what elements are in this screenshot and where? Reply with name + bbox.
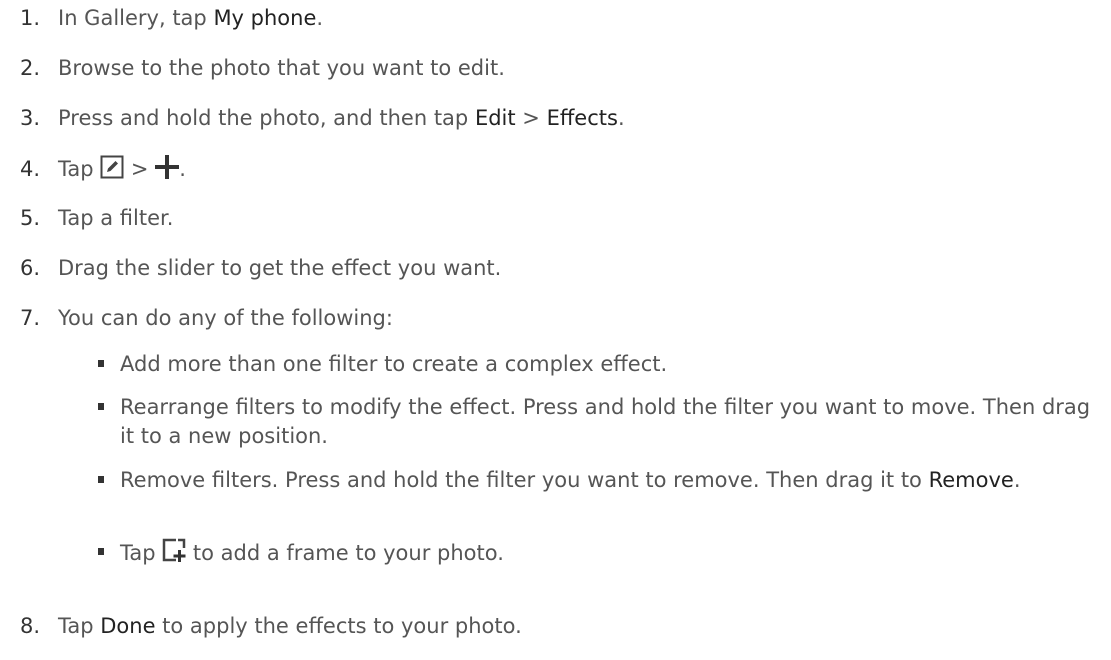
step-text: Tap [58,157,101,181]
step-text: Tap a filter. [58,206,174,230]
add-frame-icon [162,538,186,570]
step-3: 3. Press and hold the photo, and then tap… [20,106,625,130]
step-6: 6. Drag the slider to get the effect you … [20,255,501,281]
bullet-item: Remove filters. Press and hold the filte… [98,466,1098,495]
plus-icon [155,155,180,185]
step-5: 5. Tap a filter. [20,205,173,231]
step-number: 2. [20,56,41,80]
step-7: 7. You can do any of the following: [20,305,393,331]
step-number: 7. [20,306,41,330]
step-4: 4. Tap > . [20,155,186,185]
step-text: Tap [58,614,101,638]
bullet-mark [98,476,104,483]
ui-label-remove: Remove [928,468,1014,492]
bullet-item: Rearrange filters to modify the effect. … [98,393,1098,451]
step-text: Drag the slider to get the effect you wa… [58,256,502,280]
bullet-item: Add more than one filter to create a com… [98,350,1098,379]
step-number: 6. [20,256,41,280]
bullet-text: Remove filters. Press and hold the filte… [120,468,1021,492]
step-number: 5. [20,206,41,230]
step-text: You can do any of the following: [58,306,393,330]
step-number: 1. [20,6,41,30]
ui-label-edit: Edit [474,106,516,130]
step-1: 1. In Gallery, tap My phone. [20,6,324,30]
bullet-mark [98,548,104,555]
step-number: 3. [20,106,41,130]
instructions-page: 1. In Gallery, tap My phone. 2. Browse to … [0,0,1111,660]
ui-label-effects: Effects [546,106,618,130]
bullet-text: Rearrange filters to modify the effect. … [120,395,1091,448]
edit-pencil-icon [100,155,124,185]
step-text: In Gallery, tap [58,6,214,30]
step-number: 8. [20,614,41,638]
bullet-mark [98,360,104,367]
step-text: Browse to the photo that you want to edi… [58,56,505,80]
bullet-mark [98,403,104,410]
ui-label-done: Done [100,614,156,638]
step-text: Press and hold the photo, and then tap [58,106,475,130]
bullet-text: Add more than one filter to create a com… [120,352,668,376]
step-number: 4. [20,157,41,181]
step-8: 8. Tap Done to apply the effects to your … [20,614,522,638]
ui-label-my-phone: My phone [213,6,317,30]
step-2: 2. Browse to the photo that you want to e… [20,55,505,81]
bullet-item: Tap to add a frame to your photo. [98,538,1098,570]
bullet-text: Tap to add a frame to your photo. [120,538,1098,570]
